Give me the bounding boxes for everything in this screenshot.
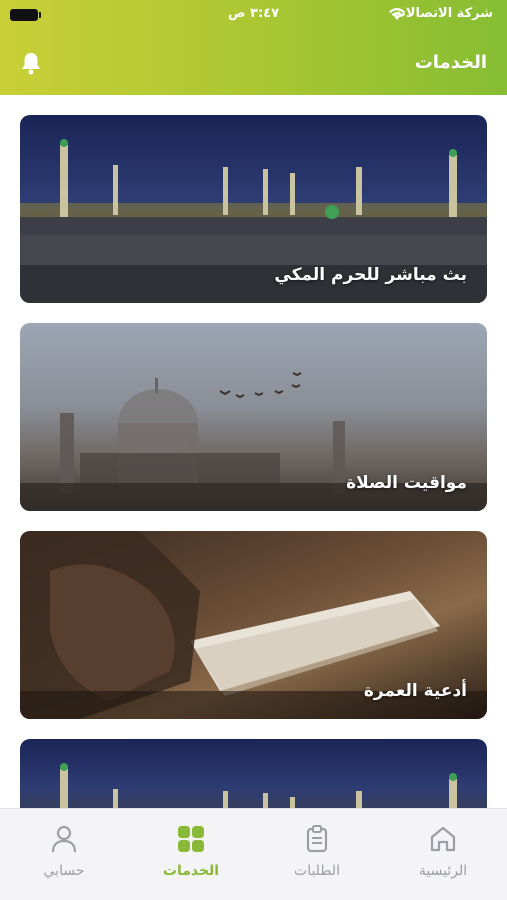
grid-icon bbox=[178, 826, 204, 852]
tab-account[interactable]: حسابي bbox=[14, 823, 114, 889]
service-card-partial[interactable] bbox=[20, 739, 487, 819]
bell-icon[interactable] bbox=[18, 50, 44, 76]
tab-orders[interactable]: الطلبات bbox=[267, 823, 367, 889]
home-icon bbox=[430, 826, 456, 852]
service-card-umrah-supplications[interactable]: أدعية العمرة bbox=[20, 531, 487, 719]
carrier-name: شركة الاتصالات bbox=[392, 6, 493, 21]
tab-label: حسابي bbox=[43, 863, 85, 879]
card-label: أدعية العمرة bbox=[363, 681, 467, 701]
tab-label: الطلبات bbox=[294, 863, 340, 879]
card-label: بث مباشر للحرم المكي bbox=[274, 265, 467, 285]
clipboard-icon bbox=[306, 825, 328, 853]
tab-bar: الرئيسية الطلبات الخدمات حسابي bbox=[0, 808, 507, 900]
page-title: الخدمات bbox=[414, 52, 487, 73]
card-label: مواقيت الصلاة bbox=[346, 473, 467, 493]
status-bar: شركة الاتصالات ٣:٤٧ ص bbox=[0, 0, 507, 28]
wifi-icon bbox=[389, 8, 405, 20]
tab-label: الخدمات bbox=[162, 863, 220, 879]
tab-home[interactable]: الرئيسية bbox=[393, 823, 493, 889]
app-header: شركة الاتصالات ٣:٤٧ ص الخدمات bbox=[0, 0, 507, 95]
battery-icon bbox=[10, 9, 38, 21]
status-time: ٣:٤٧ ص bbox=[228, 6, 280, 21]
service-card-prayer-times[interactable]: مواقيت الصلاة bbox=[20, 323, 487, 511]
service-card-live-stream[interactable]: بث مباشر للحرم المكي bbox=[20, 115, 487, 303]
user-icon bbox=[51, 825, 77, 853]
mosque-night-image bbox=[60, 763, 457, 819]
tab-services[interactable]: الخدمات bbox=[141, 823, 241, 889]
tab-label: الرئيسية bbox=[418, 863, 468, 879]
battery-cap bbox=[39, 12, 41, 18]
